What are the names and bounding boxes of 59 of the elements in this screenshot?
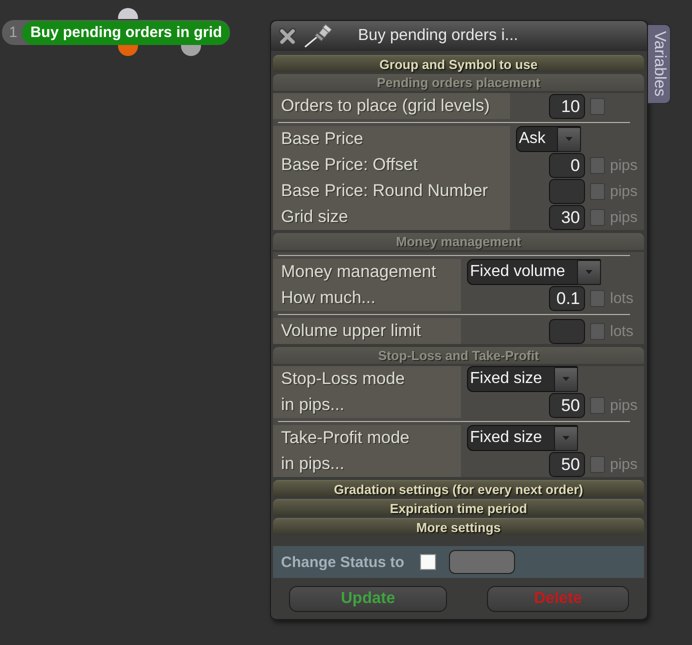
- checkbox[interactable]: [420, 554, 436, 570]
- number-field[interactable]: 30: [549, 204, 585, 230]
- unit-label: lots: [610, 290, 634, 306]
- caret-icon[interactable]: [554, 426, 578, 450]
- status-field[interactable]: [449, 550, 516, 574]
- row-label: in pips...: [273, 392, 461, 418]
- checkbox[interactable]: [590, 456, 605, 472]
- checkbox[interactable]: [590, 156, 605, 174]
- row-label: Grid size: [273, 204, 510, 230]
- node-label[interactable]: Buy pending orders in grid: [22, 20, 230, 44]
- window-title: Buy pending orders i...: [358, 27, 518, 45]
- row-label: in pips...: [273, 451, 461, 477]
- row-label: Base Price: [273, 126, 510, 152]
- dropdown[interactable]: Fixed volume: [467, 259, 602, 285]
- unit-label: pips: [610, 456, 639, 472]
- connector-icon[interactable]: [181, 45, 201, 56]
- unit-label: pips: [610, 182, 639, 200]
- unit-label: pips: [610, 208, 639, 226]
- row-label: Volume upper limit: [273, 318, 461, 344]
- unit-label: pips: [610, 156, 639, 174]
- row-label: How much...: [273, 285, 461, 311]
- section-header[interactable]: More settings: [273, 518, 644, 535]
- caret-icon[interactable]: [577, 260, 602, 284]
- checkbox[interactable]: [590, 322, 605, 340]
- section-header[interactable]: Expiration time period: [273, 499, 644, 516]
- checkbox[interactable]: [590, 396, 605, 414]
- node-index: 1: [8, 23, 18, 43]
- pin-icon[interactable]: [304, 24, 334, 48]
- unit-label: pips: [610, 396, 639, 414]
- number-field[interactable]: [549, 318, 585, 344]
- number-field[interactable]: [549, 178, 585, 204]
- row-label: Base Price: Offset: [273, 152, 510, 178]
- checkbox[interactable]: [590, 182, 605, 200]
- connector-icon[interactable]: [118, 8, 138, 19]
- number-field[interactable]: 10: [549, 94, 585, 118]
- number-field[interactable]: 0.1: [549, 286, 585, 310]
- unit-label: lots: [610, 322, 634, 340]
- number-field[interactable]: 50: [549, 452, 585, 476]
- connector-icon[interactable]: [118, 45, 138, 56]
- checkbox[interactable]: [590, 208, 605, 226]
- caret-icon[interactable]: [557, 126, 582, 152]
- caret-icon[interactable]: [554, 366, 578, 392]
- number-field[interactable]: 0: [549, 152, 585, 178]
- row-label: Orders to place (grid levels): [273, 93, 510, 119]
- dropdown[interactable]: Ask: [516, 126, 582, 152]
- dropdown[interactable]: Fixed size: [467, 425, 578, 451]
- row-label: Base Price: Round Number: [273, 178, 510, 204]
- close-icon[interactable]: [278, 26, 297, 46]
- number-field[interactable]: 50: [549, 392, 585, 418]
- dropdown[interactable]: Fixed size: [467, 366, 578, 392]
- checkbox[interactable]: [590, 290, 605, 306]
- row-label: Money management: [273, 259, 461, 285]
- row-label: Stop-Loss mode: [273, 366, 461, 392]
- variables-tab[interactable]: Variables: [648, 24, 671, 104]
- section-header[interactable]: Group and Symbol to use: [273, 55, 644, 72]
- section-header[interactable]: Gradation settings (for every next order): [273, 480, 644, 497]
- status-label: Change Status to: [281, 554, 404, 570]
- checkbox[interactable]: [590, 98, 605, 114]
- row-label: Take-Profit mode: [273, 425, 461, 451]
